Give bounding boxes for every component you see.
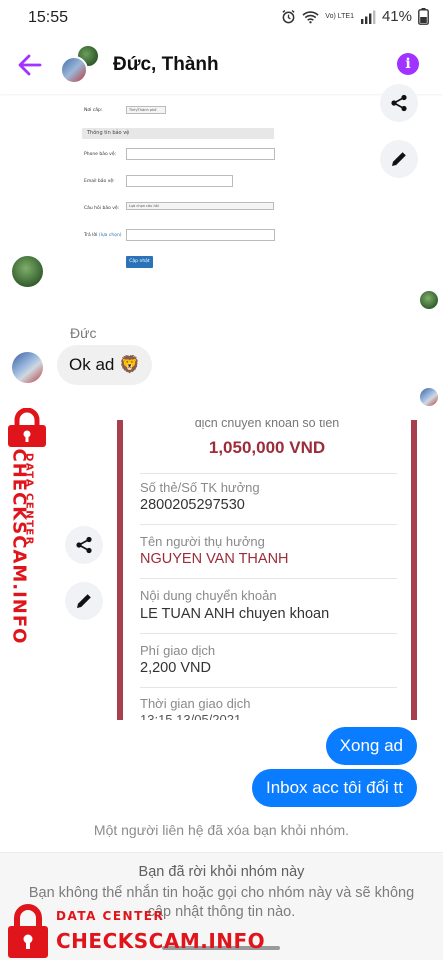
notice-title: Bạn đã rời khỏi nhóm này [138,864,305,880]
wifi-icon [302,10,319,23]
system-message: Một người liên hệ đã xóa bạn khỏi nhóm. [93,822,350,838]
divider [140,633,397,634]
battery-icon [418,8,429,25]
form-label-email: Email bảo vệ: [84,179,115,184]
outgoing-message-1[interactable]: Xong ad [325,727,417,765]
form-label-answer: Trả lời (lựa chọn) [84,233,122,238]
group-avatar[interactable] [60,44,102,86]
sender-avatar-duc[interactable] [12,352,43,383]
watermark-small-text: DATA CENTER [56,909,165,923]
transaction-time-label: Thời gian giao dịch [140,696,251,711]
signal-icon [360,10,376,24]
transaction-time-value: 13:15 13/05/2021 [140,712,242,720]
watermark-bottom: DATA CENTER CHECKSCAM.INFO [6,900,276,960]
watermark-side: DATA CENTER CHECKSCAM.INFO [2,408,52,645]
account-label: Số thẻ/Số TK hưởng [140,480,260,495]
network-label: Vo) LTE1 [325,12,354,20]
incoming-message[interactable]: Ok ad 🦁 [57,345,153,385]
form-city-select: Tỉnh/Thành phố [126,106,166,114]
form-phone-input [126,148,275,160]
form-update-button: Cập nhật [126,256,153,268]
outgoing-message-2[interactable]: Inbox acc tôi đổi tt [251,769,417,807]
share-button[interactable] [380,84,418,122]
account-value: 2800205297530 [140,497,245,513]
status-bar: 15:55 Vo) LTE1 41% [0,0,443,36]
divider [140,524,397,525]
divider [140,473,397,474]
edit-button-2[interactable] [65,582,103,620]
info-icon[interactable]: i [397,53,419,75]
beneficiary-label: Tên người thụ hưởng [140,534,265,549]
edit-button[interactable] [380,140,418,178]
lock-icon [8,408,46,447]
edit-icon [392,152,406,166]
receipt-amount: 1,050,000 VND [208,438,326,457]
watermark-big-text: CHECKSCAM.INFO [8,448,30,645]
share-icon [76,536,92,554]
lock-icon [8,904,48,958]
sender-avatar[interactable] [12,256,43,287]
messenger-chat-screen: 15:55 Vo) LTE1 41% Đức, Thành i Nơi cấp:… [0,0,443,960]
fee-label: Phí giao dịch [140,643,216,658]
sender-name: Đức [70,325,97,341]
share-button-2[interactable] [65,526,103,564]
edit-icon [77,594,91,608]
chat-header: Đức, Thành i [0,36,443,94]
beneficiary-value: NGUYEN VAN THANH [140,551,289,567]
share-icon [391,94,407,112]
divider [140,687,397,688]
form-label-city: Nơi cấp: [84,108,103,113]
form-label-question: Câu hỏi bảo vệ: [84,206,120,211]
form-question-select: Lựa chọn câu hỏi [126,202,274,210]
status-icons: Vo) LTE1 41% [281,8,429,25]
fee-value: 2,200 VND [140,660,211,676]
receipt-partial-header: dịch chuyển khoản số tiền [194,420,340,430]
form-answer-input [126,229,275,241]
lion-emoji: 🦁 [119,355,141,374]
battery-percent: 41% [381,8,412,25]
watermark-big-text: CHECKSCAM.INFO [56,929,266,953]
form-email-input [126,175,233,187]
divider [140,578,397,579]
received-form-image[interactable]: Nơi cấp: Tỉnh/Thành phố Thông tin bảo vệ… [76,96,284,276]
back-arrow-icon[interactable] [16,51,44,79]
conversation-title[interactable]: Đức, Thành [113,54,219,76]
member-avatar-2 [60,56,88,84]
transfer-content-label: Nội dung chuyển khoản [140,588,277,603]
read-receipt-avatar [420,291,438,309]
transfer-content-value: LE TUAN ANH chuyen khoan [140,606,330,622]
bank-receipt-image[interactable]: dịch chuyển khoản số tiền 1,050,000 VND … [117,420,417,720]
read-receipt-avatar-2 [420,388,438,406]
form-label-phone: Phone bảo vệ: [84,152,117,157]
status-time: 15:55 [28,9,69,26]
form-section-title: Thông tin bảo vệ [82,128,274,139]
alarm-icon [282,9,295,24]
